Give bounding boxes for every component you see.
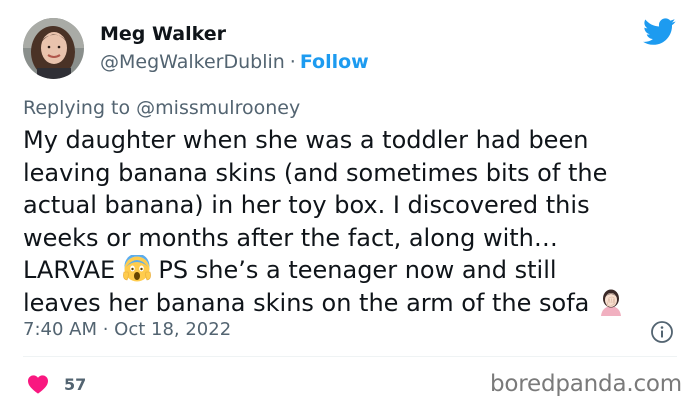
tweet-line: leaves her banana skins on the arm of th… xyxy=(23,287,683,320)
twitter-bird-icon[interactable] xyxy=(643,18,676,46)
like-count: 57 xyxy=(64,374,87,394)
reply-mention-link[interactable]: @missmulrooney xyxy=(136,97,300,119)
reply-context: Replying to @missmulrooney xyxy=(23,97,300,119)
tweet-line: weeks or months after the fact, along wi… xyxy=(23,223,558,252)
reply-prefix: Replying to xyxy=(23,97,131,119)
handle-separator: · xyxy=(289,51,296,73)
source-watermark: boredpanda.com xyxy=(490,371,682,397)
author-handle[interactable]: @MegWalkerDublin xyxy=(100,51,285,73)
author-name[interactable]: Meg Walker xyxy=(100,23,226,45)
tweet-line-text: LARVAE xyxy=(23,256,123,284)
info-icon[interactable] xyxy=(650,320,674,344)
follow-button[interactable]: Follow xyxy=(300,51,369,73)
tweet-line: LARVAE PS she’s a teenager now and still xyxy=(23,254,683,287)
tweet-line: actual banana) in her toy box. I discove… xyxy=(23,191,590,219)
tweet-line-text: PS she’s a teenager now and still xyxy=(150,256,557,284)
avatar-photo xyxy=(23,18,84,79)
avatar[interactable] xyxy=(23,18,84,79)
facepalm-emoji-icon xyxy=(597,288,625,316)
like-button[interactable]: 57 xyxy=(27,371,86,397)
tweet-line: My daughter when she was a toddler had b… xyxy=(23,126,589,154)
tweet-line-text: leaves her banana skins on the arm of th… xyxy=(23,288,597,317)
scream-emoji-icon xyxy=(122,255,151,283)
divider xyxy=(23,356,677,357)
author-handle-row: @MegWalkerDublin · Follow xyxy=(100,51,369,73)
tweet-text: My daughter when she was a toddler had b… xyxy=(23,124,683,319)
tweet-card: Meg Walker @MegWalkerDublin · Follow Reply… xyxy=(0,0,700,410)
tweet-line: leaving banana skins (and sometimes bits… xyxy=(23,158,608,187)
tweet-timestamp[interactable]: 7:40 AM · Oct 18, 2022 xyxy=(23,319,231,340)
heart-icon xyxy=(28,375,48,394)
